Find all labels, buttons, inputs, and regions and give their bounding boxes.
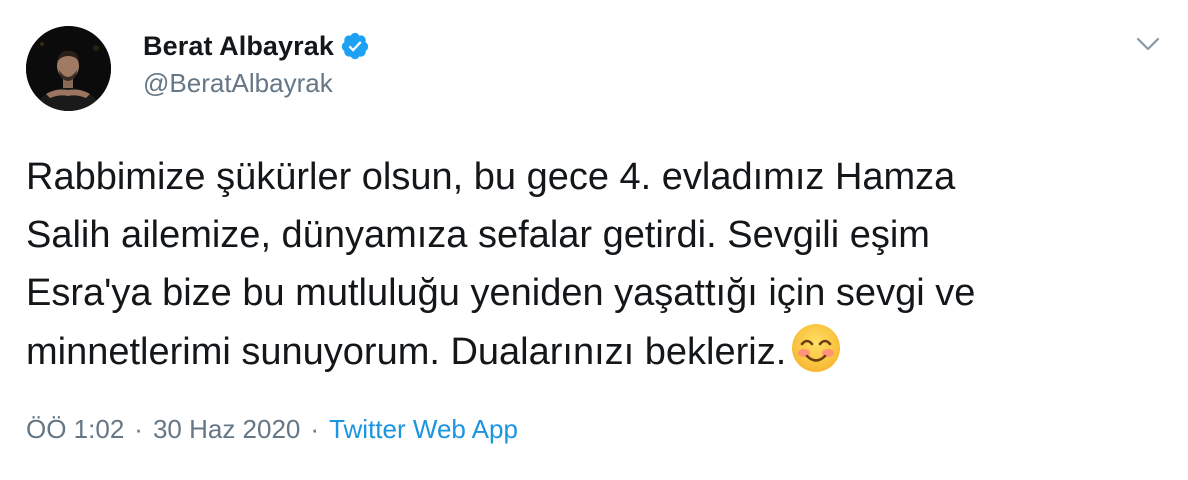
tweet-source-link[interactable]: Twitter Web App (329, 414, 518, 445)
tweet-card: Berat Albayrak @BeratAlbayrak Rabbimize … (0, 0, 1188, 480)
tweet-time[interactable]: ÖÖ 1:02 (26, 414, 124, 445)
tweet-date[interactable]: 30 Haz 2020 (153, 414, 300, 445)
tweet-meta: ÖÖ 1:02 · 30 Haz 2020 · Twitter Web App (26, 414, 518, 445)
display-name[interactable]: Berat Albayrak (143, 31, 334, 62)
user-handle[interactable]: @BeratAlbayrak (143, 68, 333, 99)
chevron-down-icon[interactable] (1132, 28, 1164, 60)
avatar[interactable] (26, 26, 111, 111)
meta-separator: · (310, 414, 320, 444)
smiling-face-emoji-icon (790, 322, 842, 374)
name-row: Berat Albayrak (143, 28, 370, 64)
verified-badge-icon (340, 31, 370, 61)
meta-separator: · (134, 414, 143, 444)
tweet-text: Rabbimize şükürler olsun, bu gece 4. evl… (26, 148, 1136, 381)
